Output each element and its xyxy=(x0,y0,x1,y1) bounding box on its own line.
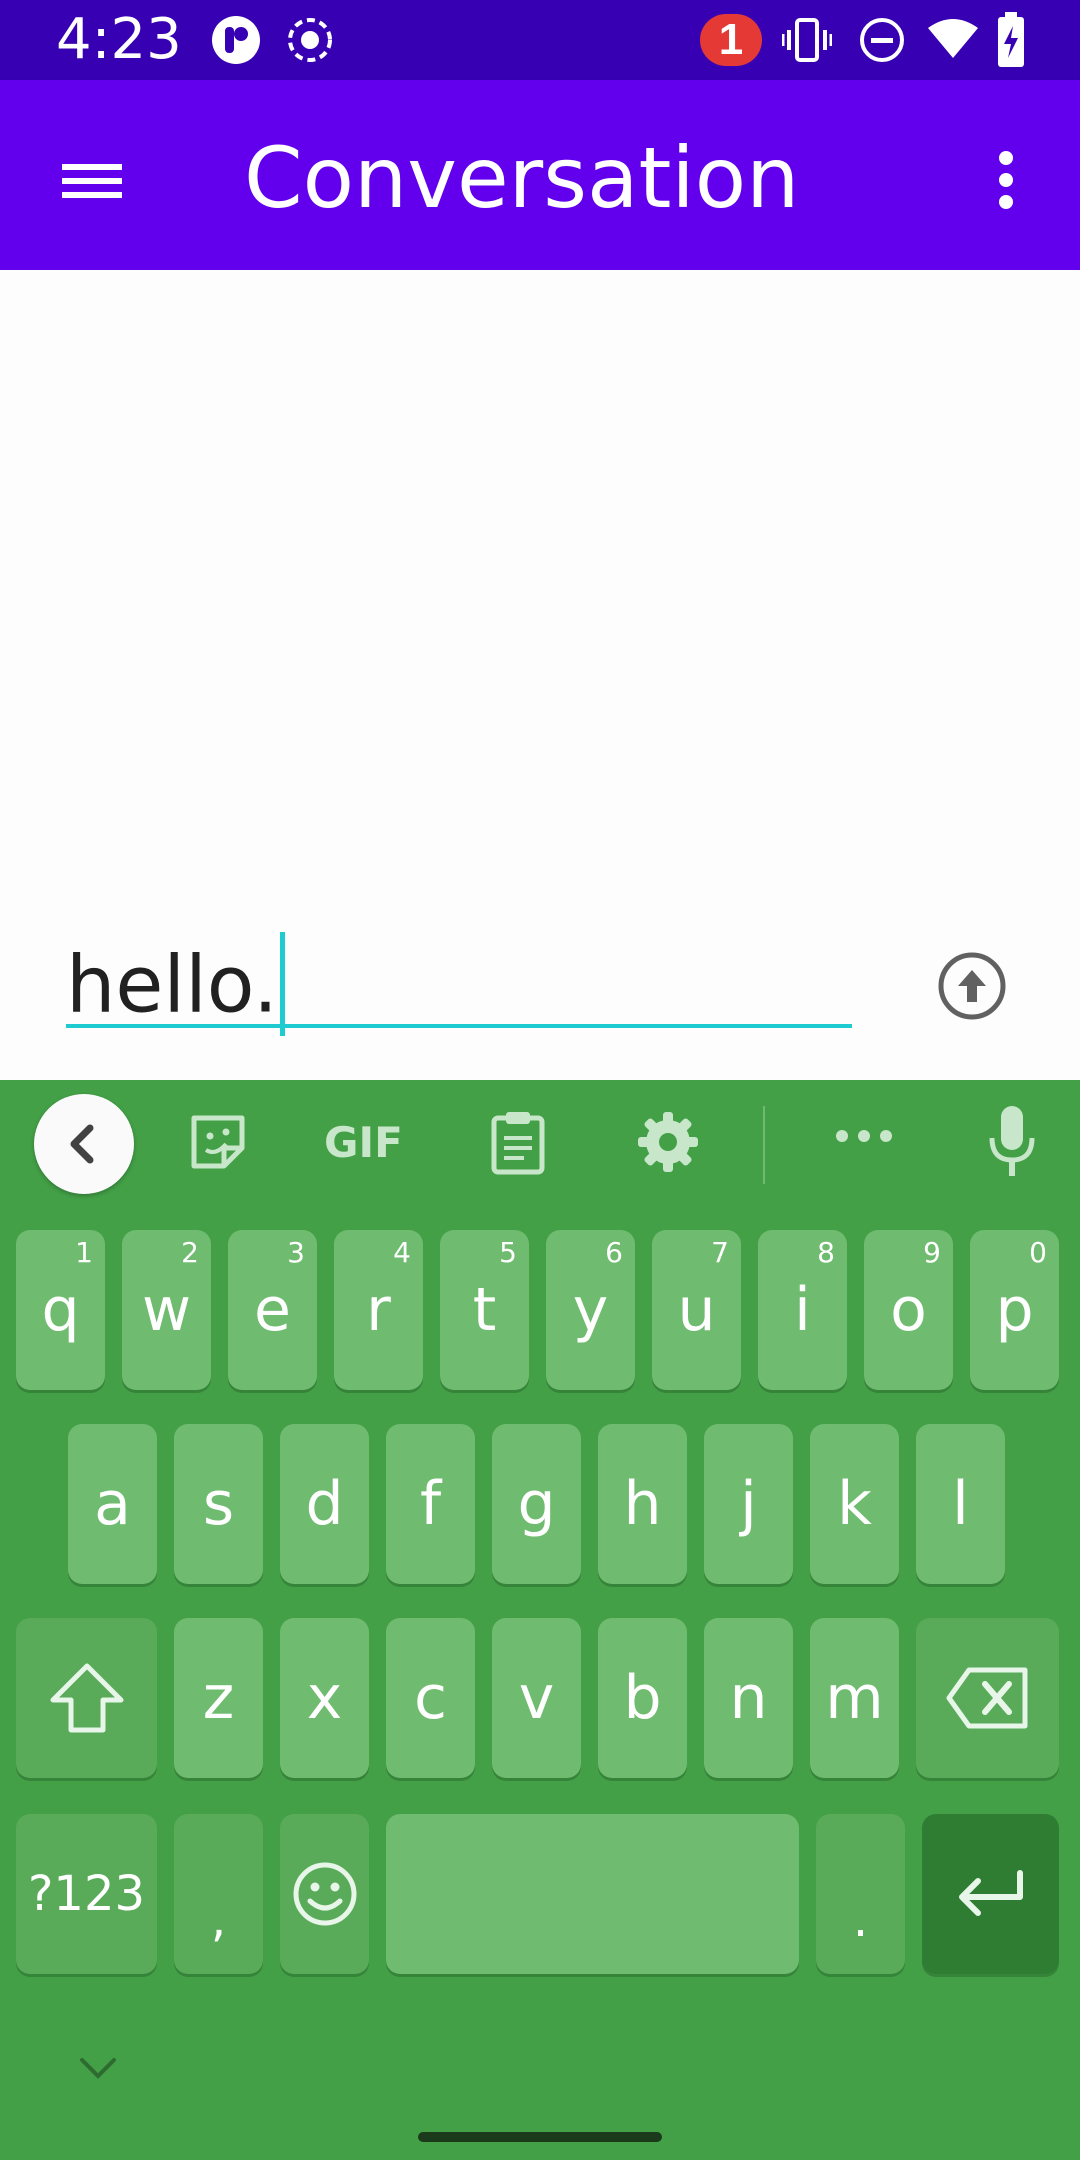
symbols-key[interactable]: ?123 xyxy=(16,1814,157,1974)
key-e[interactable]: e3 xyxy=(228,1230,317,1390)
key-s[interactable]: s xyxy=(174,1424,263,1584)
key-x[interactable]: x xyxy=(280,1618,369,1778)
key-f[interactable]: f xyxy=(386,1424,475,1584)
more-icon[interactable] xyxy=(834,1128,894,1144)
send-arrow-up-icon[interactable] xyxy=(936,950,1008,1022)
clipboard-icon[interactable] xyxy=(488,1110,548,1176)
shift-icon xyxy=(50,1663,123,1733)
key-n[interactable]: n xyxy=(704,1618,793,1778)
shift-key[interactable] xyxy=(16,1618,157,1778)
key-u[interactable]: u7 xyxy=(652,1230,741,1390)
keyboard-back-button[interactable] xyxy=(34,1094,134,1194)
soft-keyboard: GIF q 1 w 2 e 3 r 4 t 5 y 6 u 7 i 8 o 9 … xyxy=(0,1080,1080,2160)
key-q[interactable]: q1 xyxy=(16,1230,105,1390)
key-y[interactable]: y6 xyxy=(546,1230,635,1390)
key-v[interactable]: v xyxy=(492,1618,581,1778)
key-i[interactable]: i8 xyxy=(758,1230,847,1390)
key-g[interactable]: g xyxy=(492,1424,581,1584)
app-icon xyxy=(212,16,260,64)
key-j[interactable]: j xyxy=(704,1424,793,1584)
key-k[interactable]: k xyxy=(810,1424,899,1584)
hide-keyboard-icon[interactable] xyxy=(78,2056,118,2080)
key-r[interactable]: r4 xyxy=(334,1230,423,1390)
emoji-key[interactable] xyxy=(280,1814,369,1974)
space-key[interactable] xyxy=(386,1814,799,1974)
emoji-icon xyxy=(293,1862,356,1926)
text-caret xyxy=(279,932,285,1036)
key-b[interactable]: b xyxy=(598,1618,687,1778)
key-m[interactable]: m xyxy=(810,1618,899,1778)
key-o[interactable]: o9 xyxy=(864,1230,953,1390)
backspace-icon xyxy=(946,1667,1027,1729)
backspace-key[interactable] xyxy=(916,1618,1059,1778)
key-h[interactable]: h xyxy=(598,1424,687,1584)
message-input-value: hello. xyxy=(66,940,278,1031)
key-c[interactable]: c xyxy=(386,1618,475,1778)
key-z[interactable]: z xyxy=(174,1618,263,1778)
key-t[interactable]: t5 xyxy=(440,1230,529,1390)
status-time: 4:23 xyxy=(56,7,182,72)
app-bar: Conversation xyxy=(0,80,1080,270)
key-l[interactable]: l xyxy=(916,1424,1005,1584)
compose-bar: hello. xyxy=(0,910,1080,1080)
toolbar-divider xyxy=(763,1106,765,1184)
status-bar: 4:23 1 xyxy=(0,0,1080,80)
settings-icon[interactable] xyxy=(636,1110,700,1174)
back-icon xyxy=(70,1124,94,1164)
key-p[interactable]: p0 xyxy=(970,1230,1059,1390)
do-not-disturb-icon xyxy=(860,18,904,62)
sticker-icon[interactable] xyxy=(186,1110,250,1174)
record-icon xyxy=(288,18,332,62)
notification-badge: 1 xyxy=(700,14,762,66)
vibrate-icon xyxy=(782,18,832,62)
conversation-area xyxy=(0,270,1080,910)
keyboard-toolbar: GIF xyxy=(0,1080,1080,1210)
enter-icon xyxy=(958,1870,1023,1916)
gesture-nav-handle[interactable] xyxy=(418,2132,662,2142)
gif-icon[interactable]: GIF xyxy=(324,1118,403,1167)
period-key[interactable]: . xyxy=(816,1814,905,1974)
more-vert-icon[interactable] xyxy=(978,132,1034,228)
page-title: Conversation xyxy=(244,129,800,227)
message-input[interactable]: hello. xyxy=(66,932,852,1036)
enter-key[interactable] xyxy=(922,1814,1059,1974)
hamburger-menu-icon[interactable] xyxy=(44,132,140,228)
comma-key[interactable]: , xyxy=(174,1814,263,1974)
key-d[interactable]: d xyxy=(280,1424,369,1584)
mic-icon[interactable] xyxy=(984,1104,1040,1180)
key-a[interactable]: a xyxy=(68,1424,157,1584)
wifi-icon xyxy=(928,19,978,58)
battery-charging-icon xyxy=(998,12,1024,67)
key-w[interactable]: w2 xyxy=(122,1230,211,1390)
